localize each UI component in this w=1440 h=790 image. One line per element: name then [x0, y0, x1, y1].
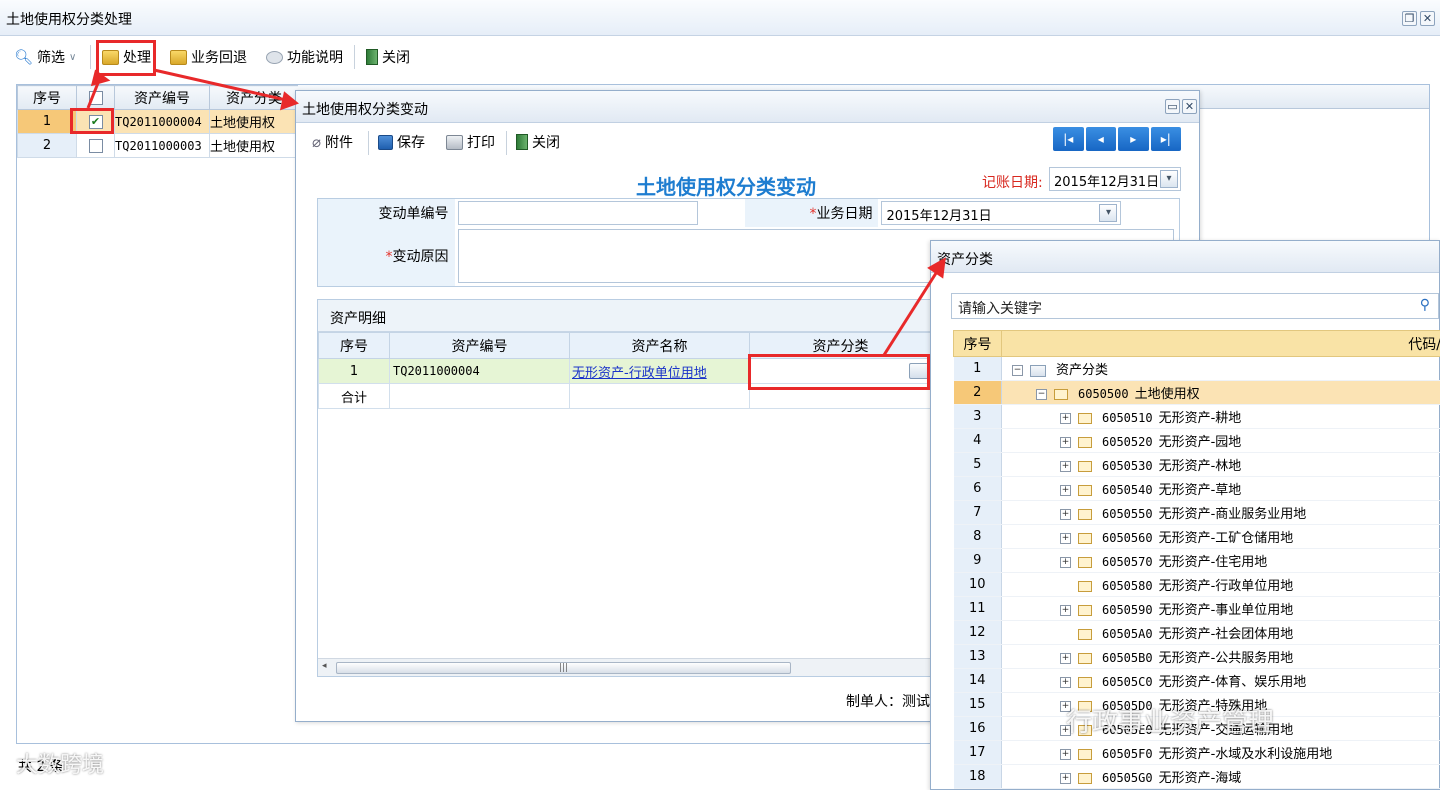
watermark-text: 大数跨境	[16, 753, 105, 778]
annotation-arrows	[86, 68, 946, 356]
watermark-text: 行政事业资产管理	[1066, 708, 1275, 738]
